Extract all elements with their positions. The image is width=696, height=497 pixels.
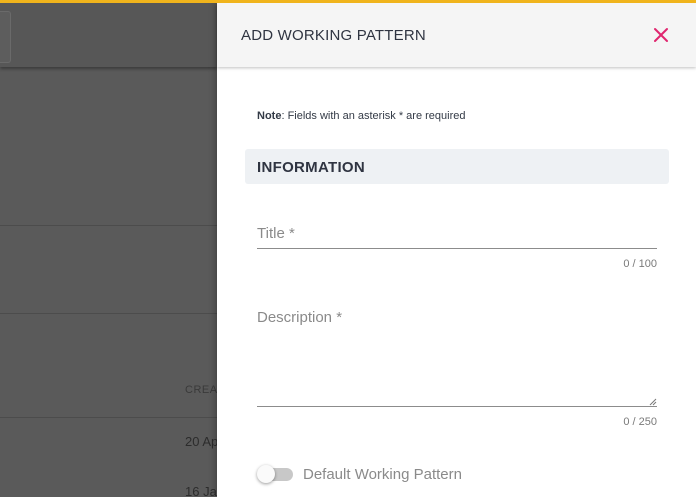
title-char-counter: 0 / 100 [623,258,657,270]
background-header [0,3,217,67]
background-column-header: CREATED [185,384,217,396]
description-field[interactable]: Description * 0 / 250 [257,309,657,429]
toggle-label: Default Working Pattern [303,466,462,483]
description-field-underline [257,406,657,407]
section-title: INFORMATION [257,159,366,176]
background-header-tab [0,11,11,63]
toggle-knob [257,465,275,483]
top-accent-bar [0,0,696,3]
description-char-counter: 0 / 250 [623,416,657,428]
note-label: Note [257,110,282,122]
drawer-header: ADD WORKING PATTERN [217,3,696,67]
information-section-header: INFORMATION [245,149,669,184]
add-working-pattern-drawer: ADD WORKING PATTERN Note: Fields with an… [217,3,696,497]
background-divider [0,225,217,226]
description-field-label: Description * [257,309,343,326]
title-field-label: Title * [257,225,295,242]
drawer-title: ADD WORKING PATTERN [241,27,426,44]
background-table-cell: 16 Jan [185,484,217,497]
background-divider [0,313,217,314]
close-button[interactable] [651,25,671,45]
default-working-pattern-toggle[interactable] [257,465,293,483]
resize-grip-icon[interactable] [649,398,657,406]
title-field-underline [257,248,657,249]
title-field[interactable]: Title * 0 / 100 [257,225,657,273]
background-table-cell: 20 Apr [185,434,217,449]
close-icon [654,28,668,42]
note-text: : Fields with an asterisk * are required [281,110,466,122]
required-note: Note: Fields with an asterisk * are requ… [257,110,465,122]
screen: CREATED 20 Apr 16 Jan ADD WORKING PATTER… [0,0,696,497]
background-divider [0,417,217,418]
